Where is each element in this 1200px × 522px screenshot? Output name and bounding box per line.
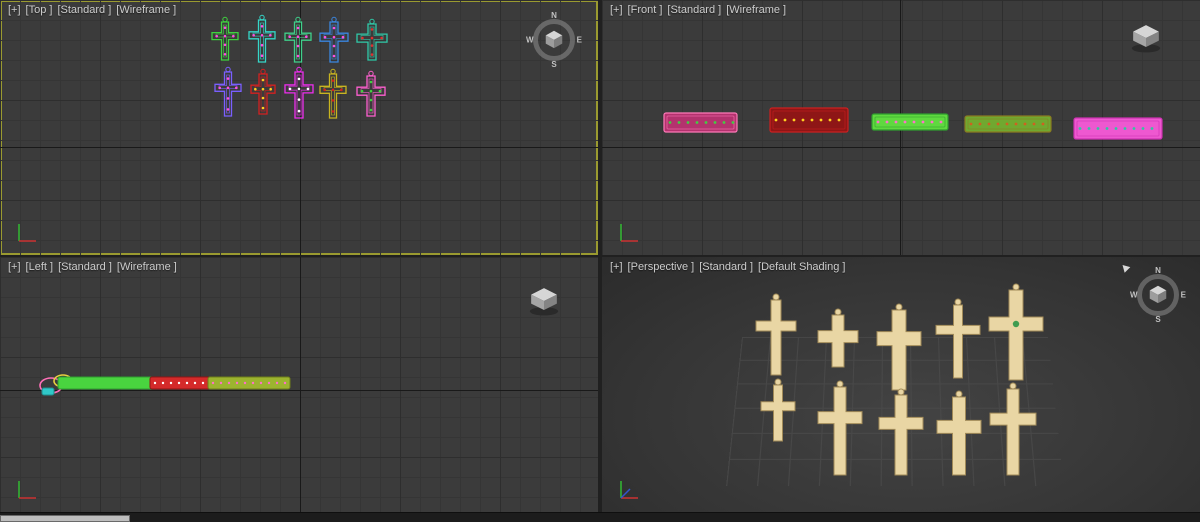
viewport-label: [+] [Left ] [Standard ] [Wireframe ] [8,261,177,273]
pendant-side-object[interactable] [150,377,210,389]
cross-wireframe-object[interactable] [212,17,238,60]
viewport-label: [+] [Top ] [Standard ] [Wireframe ] [8,4,176,16]
scene-left[interactable] [0,257,598,512]
pendant-side-object[interactable] [208,377,290,389]
pendant-side-object[interactable] [42,388,54,395]
cross-pendant-object[interactable] [761,379,795,441]
viewcube-cube-icon[interactable] [1147,283,1169,305]
viewport-label: [+] [Perspective ] [Standard ] [Default … [610,261,845,273]
viewport-left[interactable]: [+] [Left ] [Standard ] [Wireframe ] [0,257,598,512]
cross-wireframe-object[interactable] [357,19,387,60]
cross-pendant-object[interactable] [756,294,796,375]
pendant-side-object[interactable] [770,108,848,132]
viewport-menu-render[interactable]: [Standard ] [699,261,753,273]
viewcube-cube-icon[interactable] [1128,22,1164,54]
viewport-menu-general[interactable]: [+] [8,4,21,16]
axis-tripod-icon [614,476,642,504]
scene-top[interactable] [0,0,598,255]
viewport-perspective[interactable]: [+] [Perspective ] [Standard ] [Default … [602,257,1200,512]
viewport-menu-view[interactable]: [Left ] [26,261,54,273]
viewport-menu-shading[interactable]: [Wireframe ] [117,261,177,273]
viewport-menu-shading[interactable]: [Wireframe ] [726,4,786,16]
viewcube-east-label[interactable]: E [577,36,582,45]
cross-pendant-object[interactable] [877,304,921,390]
cross-wireframe-object[interactable] [215,67,241,116]
cross-wireframe-object[interactable] [320,17,348,62]
cross-wireframe-object[interactable] [357,71,385,116]
viewport-menu-view[interactable]: [Perspective ] [628,261,695,273]
viewcube-north-label[interactable]: N [551,11,557,20]
viewport-menu-render[interactable]: [Standard ] [57,4,111,16]
cross-wireframe-object[interactable] [249,15,275,62]
cross-wireframe-object[interactable] [251,69,275,114]
scene-perspective[interactable] [602,257,1200,512]
cross-pendant-object[interactable] [989,284,1043,380]
cross-wireframe-object[interactable] [320,69,346,118]
viewport-menu-general[interactable]: [+] [610,261,623,273]
viewcube-cube-icon[interactable] [543,28,565,50]
cross-pendant-object[interactable] [937,391,981,475]
viewport-menu-render[interactable]: [Standard ] [58,261,112,273]
viewcube[interactable]: N S E W [526,12,582,68]
viewport-splitter-horizontal[interactable] [0,255,1200,257]
viewcube-south-label[interactable]: S [1155,315,1160,324]
viewport-menu-view[interactable]: [Top ] [26,4,53,16]
cross-wireframe-object[interactable] [285,17,311,62]
axis-tripod-icon [12,219,40,247]
axis-tripod-icon [614,219,642,247]
viewport-front[interactable]: [+] [Front ] [Standard ] [Wireframe ] [602,0,1200,255]
viewport-menu-view[interactable]: [Front ] [628,4,663,16]
cross-pendant-object[interactable] [818,309,858,367]
pendant-side-object[interactable] [664,113,737,132]
viewcube-cube-icon[interactable] [526,285,562,317]
viewport-menu-shading[interactable]: [Wireframe ] [116,4,176,16]
viewcube-mini[interactable] [1128,22,1164,54]
pendant-side-object[interactable] [872,114,948,130]
cross-wireframe-object[interactable] [285,67,313,118]
viewcube-east-label[interactable]: E [1181,291,1186,300]
cross-pendant-object[interactable] [990,383,1036,475]
cross-pendant-object[interactable] [879,389,923,475]
viewcube-north-label[interactable]: N [1155,266,1161,275]
pendant-side-object[interactable] [965,116,1051,132]
viewcube-west-label[interactable]: W [526,36,534,45]
viewport-top[interactable]: [+] [Top ] [Standard ] [Wireframe ] N S … [0,0,598,255]
axis-z [621,489,630,498]
viewcube[interactable]: N S E W [1130,267,1186,323]
cross-pendant-object[interactable] [818,381,862,475]
viewcube-west-label[interactable]: W [1130,291,1138,300]
viewport-menu-general[interactable]: [+] [610,4,623,16]
viewcube-south-label[interactable]: S [551,60,556,69]
viewport-stage: [+] [Top ] [Standard ] [Wireframe ] N S … [0,0,1200,522]
pendant-side-object[interactable] [58,377,158,389]
viewcube-mini[interactable] [526,285,562,317]
viewport-label: [+] [Front ] [Standard ] [Wireframe ] [610,4,786,16]
mini-listener[interactable] [0,515,130,522]
viewport-menu-shading[interactable]: [Default Shading ] [758,261,845,273]
axis-tripod-icon [12,476,40,504]
viewport-menu-render[interactable]: [Standard ] [667,4,721,16]
scene-front[interactable] [602,0,1200,255]
cross-pendant-object[interactable] [936,299,980,378]
pendant-side-object[interactable] [1074,118,1162,139]
viewport-menu-general[interactable]: [+] [8,261,21,273]
status-bar [0,512,1200,522]
